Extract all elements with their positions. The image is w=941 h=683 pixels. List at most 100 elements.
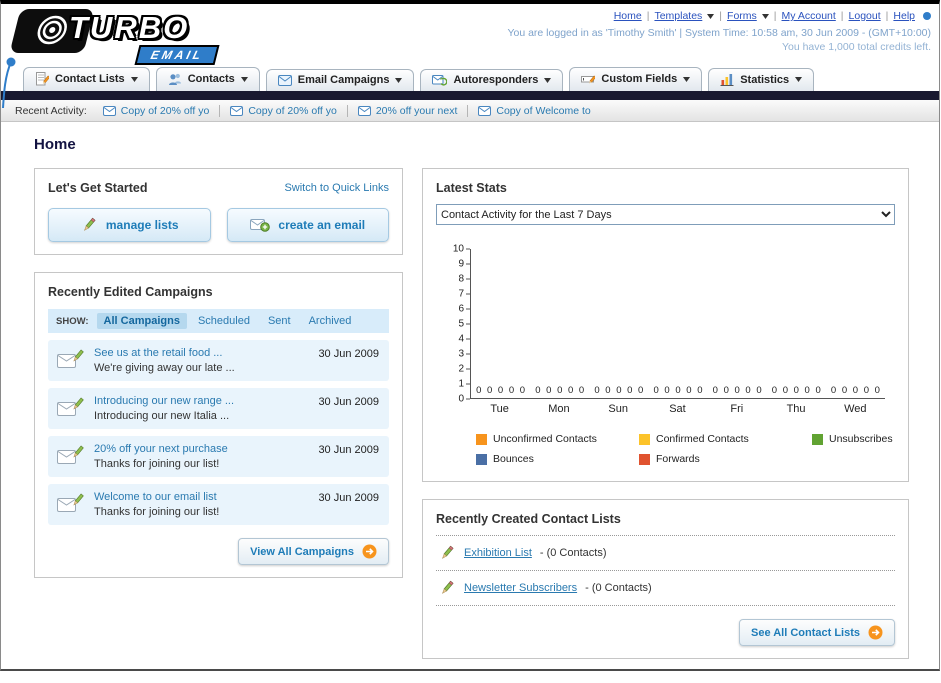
- stats-period-select[interactable]: Contact Activity for the Last 7 Days: [436, 204, 895, 225]
- email-icon: [357, 105, 371, 116]
- campaign-filter-scheduled[interactable]: Scheduled: [191, 313, 257, 329]
- recent-activity-item[interactable]: Copy of Welcome to: [468, 105, 600, 117]
- email-pencil-icon: [57, 491, 85, 518]
- campaigns-title: Recently Edited Campaigns: [48, 285, 213, 299]
- y-axis-tick: 8: [458, 274, 470, 285]
- campaign-filter-archived[interactable]: Archived: [302, 313, 359, 329]
- recent-activity-item[interactable]: Copy of 20% off yo: [93, 104, 221, 117]
- session-info: You are logged in as 'Timothy Smith' | S…: [507, 27, 931, 39]
- legend-swatch: [639, 433, 650, 445]
- caret-down-icon: [544, 77, 552, 83]
- get-started-panel: Let's Get Started Switch to Quick Links …: [34, 168, 403, 255]
- x-axis-label: Thu: [786, 403, 806, 415]
- top-link-forms[interactable]: Forms: [727, 10, 757, 22]
- manage-lists-button[interactable]: manage lists: [48, 208, 211, 242]
- campaign-subtitle: Introducing our new Italia ...: [94, 410, 230, 422]
- chart-y-axis: 10 9 8 7 6 5 4 3 2 1 0: [442, 244, 470, 405]
- campaign-title-link[interactable]: Introducing our new range ...: [94, 395, 234, 407]
- campaign-title-link[interactable]: 20% off your next purchase: [94, 443, 228, 455]
- campaign-subtitle: Thanks for joining our list!: [94, 458, 220, 470]
- campaign-row: 20% off your next purchase Thanks for joi…: [48, 436, 389, 477]
- latest-stats-panel: Latest Stats Contact Activity for the La…: [422, 168, 909, 482]
- email-icon: [102, 105, 116, 116]
- spiral-icon: [30, 13, 73, 50]
- y-axis-tick: 5: [458, 319, 470, 330]
- x-axis-label: Tue: [490, 403, 509, 415]
- contact-list-items: Exhibition List - (0 Contacts) Newsletter …: [436, 536, 895, 606]
- legend-label: Confirmed Contacts: [656, 433, 749, 445]
- chart-plot-area: 0 0 0 0 0 0 0 0 0 0 0 0 0 0 0 0 0 0 0 0 0 0 …: [470, 249, 885, 399]
- y-tick-label: 9: [458, 258, 464, 270]
- top-nav-links: Home | Templates | Forms | My Account | Logout | H…: [614, 10, 931, 22]
- y-tick-label: 3: [458, 348, 464, 360]
- contact-list-link[interactable]: Exhibition List: [464, 547, 532, 559]
- logo-antenna-decoration: [1, 56, 17, 111]
- recent-activity-item[interactable]: Copy of 20% off yo: [220, 104, 348, 117]
- view-all-campaigns-button[interactable]: View All Campaigns: [238, 538, 389, 565]
- nav-tab-email-campaigns[interactable]: Email Campaigns: [265, 69, 415, 91]
- top-link-my-account[interactable]: My Account: [782, 10, 836, 22]
- campaign-row: Introducing our new range ... Introducing…: [48, 388, 389, 429]
- app-window: TURBO EMAIL Home | Templates | Forms | My Acco…: [0, 0, 940, 671]
- contact-list-link[interactable]: Newsletter Subscribers: [464, 582, 577, 594]
- show-label: SHOW:: [56, 315, 89, 327]
- custom-fields-icon: [581, 72, 596, 86]
- y-axis-tick: 4: [458, 334, 470, 345]
- contact-lists-title: Recently Created Contact Lists: [436, 512, 895, 536]
- campaign-title-link[interactable]: See us at the retail food ...: [94, 347, 235, 359]
- top-link-logout[interactable]: Logout: [849, 10, 881, 22]
- recent-activity-item[interactable]: 20% off your next: [348, 104, 469, 117]
- chart-zero-values: 0 0 0 0 0: [594, 385, 644, 396]
- view-all-campaigns-label: View All Campaigns: [250, 545, 354, 558]
- campaign-row: See us at the retail food ... We're givin…: [48, 340, 389, 381]
- y-tick-label: 7: [458, 288, 464, 300]
- y-axis-tick: 10: [453, 244, 470, 255]
- legend-item: Confirmed Contacts: [639, 433, 804, 445]
- campaign-text: 20% off your next purchase Thanks for joi…: [94, 443, 228, 470]
- campaign-filter-sent[interactable]: Sent: [261, 313, 298, 329]
- create-email-button[interactable]: create an email: [226, 208, 389, 242]
- chart-zero-values: 0 0 0 0 0: [535, 385, 585, 396]
- nav-tab-label: Custom Fields: [601, 73, 678, 85]
- campaigns-filter-bar: SHOW: All Campaigns Scheduled Sent Archived: [48, 309, 389, 333]
- top-link-help[interactable]: Help: [893, 10, 915, 22]
- see-all-contact-lists-button[interactable]: See All Contact Lists: [738, 619, 895, 646]
- campaign-text: Introducing our new range ... Introducing…: [94, 395, 234, 422]
- y-axis-tick: 0: [458, 394, 470, 405]
- y-tick-label: 8: [458, 273, 464, 285]
- autoresponders-icon: [432, 74, 448, 86]
- nav-tab-label: Email Campaigns: [297, 74, 390, 86]
- email-icon: [230, 105, 244, 116]
- legend-label: Unsubscribes: [829, 433, 893, 445]
- y-axis-tick: 6: [458, 304, 470, 315]
- nav-tab-contact-lists[interactable]: Contact Lists: [23, 67, 150, 91]
- legend-swatch: [476, 433, 487, 445]
- recent-activity-item-label: Copy of 20% off yo: [120, 104, 210, 117]
- nav-tab-custom-fields[interactable]: Custom Fields: [569, 67, 703, 91]
- nav-tab-autoresponders[interactable]: Autoresponders: [420, 69, 564, 91]
- chart-zero-values: 0 0 0 0 0: [476, 385, 526, 396]
- switch-to-quick-links-link[interactable]: Switch to Quick Links: [284, 182, 389, 194]
- nav-tab-label: Contact Lists: [55, 73, 125, 85]
- legend-swatch: [476, 453, 487, 465]
- chart-x-axis: Tue Mon Sun Sat Fri Thu Wed: [470, 403, 885, 415]
- contacts-icon: [168, 72, 182, 86]
- nav-tab-contacts[interactable]: Contacts: [155, 67, 260, 91]
- campaign-filter-all-campaigns[interactable]: All Campaigns: [96, 313, 187, 329]
- top-link-home[interactable]: Home: [614, 10, 642, 22]
- contact-list-item: Newsletter Subscribers - (0 Contacts): [436, 571, 895, 606]
- y-tick-label: 4: [458, 333, 464, 345]
- y-tick-label: 10: [452, 243, 464, 255]
- campaign-title-link[interactable]: Welcome to our email list: [94, 491, 219, 503]
- recent-activity-item-label: 20% off your next: [375, 104, 458, 117]
- recent-activity-bar: Recent Activity: Copy of 20% off yo Copy …: [1, 100, 939, 122]
- statistics-icon: [720, 73, 734, 86]
- chart-value-labels: 0 0 0 0 0 0 0 0 0 0 0 0 0 0 0 0 0 0 0 0 0 0 …: [471, 385, 885, 396]
- legend-item: Unsubscribes: [812, 433, 895, 445]
- nav-tab-statistics[interactable]: Statistics: [708, 68, 815, 91]
- x-axis-label: Wed: [844, 403, 867, 415]
- top-link-templates[interactable]: Templates: [654, 10, 702, 22]
- credits-info: You have 1,000 total credits left.: [781, 41, 931, 53]
- email-pencil-icon: [57, 347, 85, 374]
- logo-subtext: EMAIL: [134, 45, 220, 65]
